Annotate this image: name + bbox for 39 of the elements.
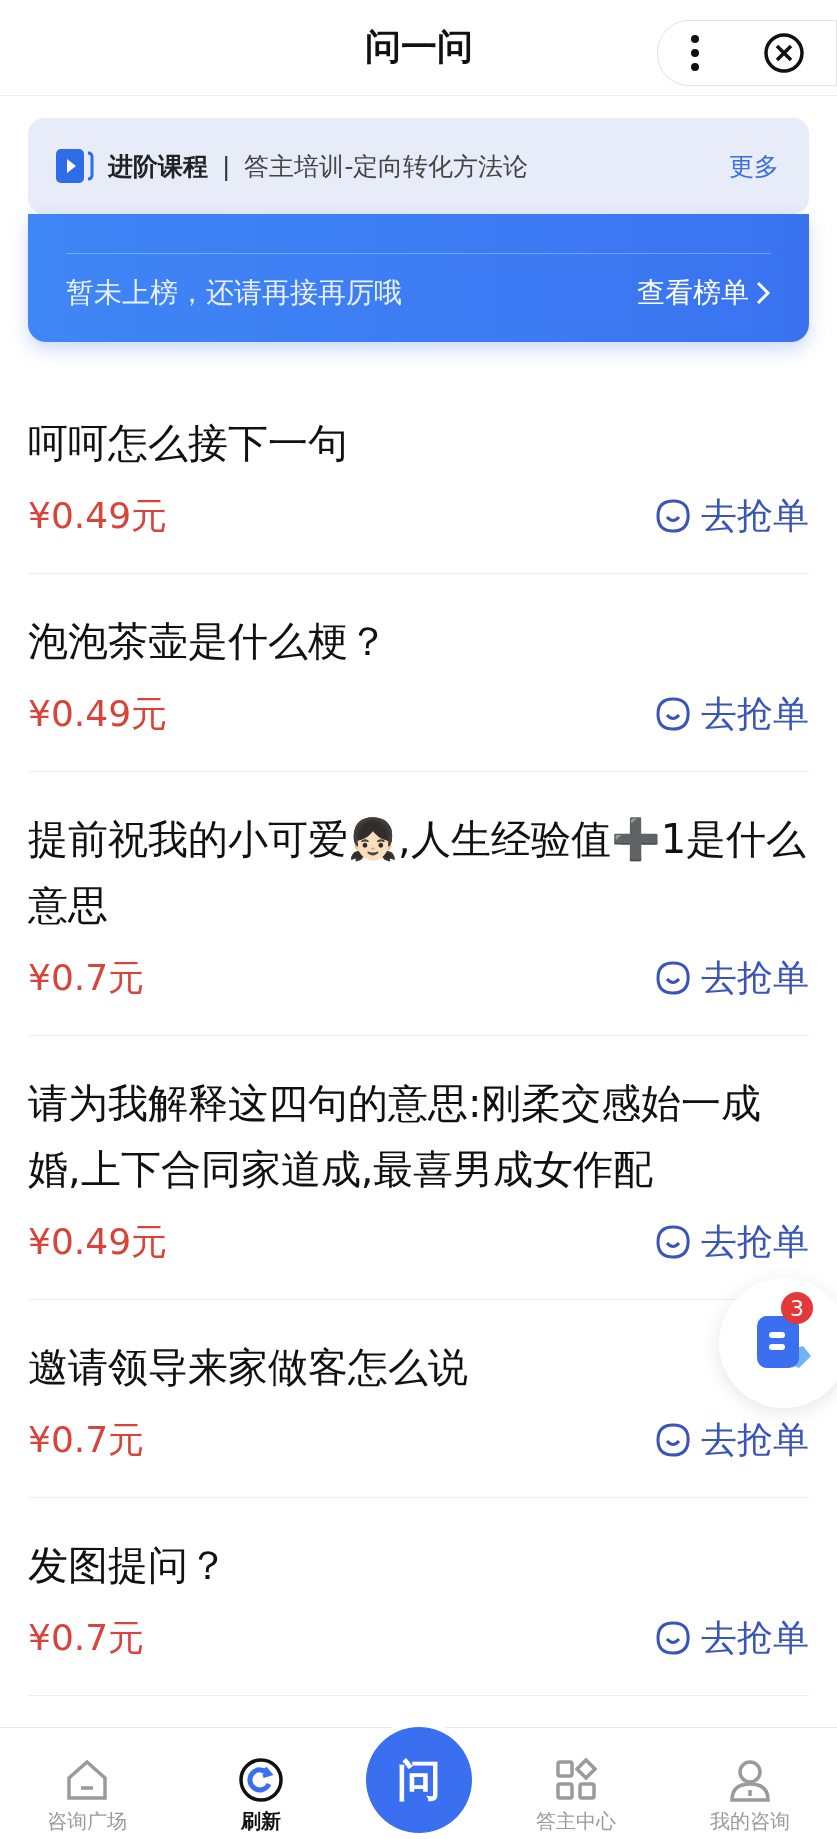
smile-icon bbox=[655, 960, 691, 996]
view-rank-link[interactable]: 查看榜单 bbox=[637, 274, 771, 312]
question-text[interactable]: 发图提问？ bbox=[28, 1532, 228, 1598]
nav-tab[interactable]: 刷新 bbox=[173, 1748, 348, 1839]
course-tag: 进阶课程 bbox=[108, 149, 208, 183]
question-text[interactable]: 请为我解释这四句的意思:刚柔交感始一成婚,上下合同家道成,最喜男成女作配 bbox=[28, 1070, 809, 1202]
smile-icon bbox=[655, 1422, 691, 1458]
page-title: 问一问 bbox=[364, 25, 473, 69]
question-text[interactable]: 提前祝我的小可爱👧🏻,人生经验值➕1是什么意思 bbox=[28, 806, 809, 938]
grab-order-button[interactable]: 去抢单 bbox=[655, 689, 809, 739]
floating-button[interactable]: 3 bbox=[719, 1278, 837, 1408]
chevron-icon bbox=[755, 280, 771, 306]
smile-icon bbox=[655, 1224, 691, 1260]
grab-order-button[interactable]: 去抢单 bbox=[655, 953, 809, 1003]
question-text[interactable]: 邀请领导来家做客怎么说 bbox=[28, 1334, 468, 1400]
question-text[interactable]: 呵呵怎么接下一句 bbox=[28, 410, 348, 476]
course-title: 答主培训-定向转化方法论 bbox=[244, 150, 530, 183]
more-icon[interactable] bbox=[689, 33, 700, 73]
notification-badge: 3 bbox=[781, 1292, 813, 1324]
grab-order-button[interactable]: 去抢单 bbox=[655, 1217, 809, 1267]
video-icon bbox=[54, 147, 94, 185]
price: ¥0.49元 bbox=[28, 493, 168, 538]
smile-icon bbox=[655, 1620, 691, 1656]
refresh-icon bbox=[236, 1756, 285, 1804]
close-icon[interactable] bbox=[762, 32, 805, 74]
separator: | bbox=[222, 151, 231, 181]
price: ¥0.7元 bbox=[28, 1417, 145, 1462]
rank-message: 暂未上榜，还请再接再厉哦 bbox=[66, 275, 402, 311]
smile-icon bbox=[655, 696, 691, 732]
price: ¥0.49元 bbox=[28, 1219, 168, 1264]
smile-icon bbox=[655, 498, 691, 534]
question-text[interactable]: 泡泡茶壶是什么梗？ bbox=[28, 608, 388, 674]
price: ¥0.7元 bbox=[28, 1615, 145, 1660]
more-link[interactable]: 更多 bbox=[729, 149, 779, 183]
grab-order-button[interactable]: 去抢单 bbox=[655, 491, 809, 541]
price: ¥0.7元 bbox=[28, 955, 145, 1000]
price: ¥0.49元 bbox=[28, 691, 168, 736]
grab-order-button[interactable]: 去抢单 bbox=[655, 1415, 809, 1465]
grab-order-button[interactable]: 去抢单 bbox=[655, 1613, 809, 1663]
